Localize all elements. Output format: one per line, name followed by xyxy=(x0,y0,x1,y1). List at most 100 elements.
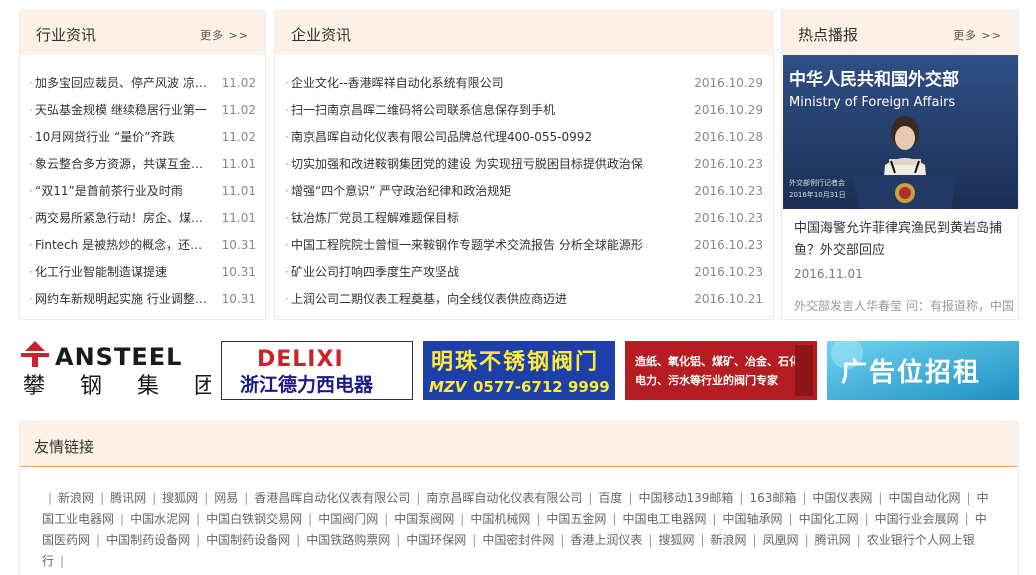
link-separator: | xyxy=(396,533,401,547)
link-separator: | xyxy=(612,512,617,526)
industry-news-item[interactable]: · 化工行业智能制造谋提速 10.31 xyxy=(29,262,256,289)
hot-news-summary: 外交部发言人华春莹 问：有报道称，中国海警允许菲律宾渔民到黄岩岛附近捕鱼 xyxy=(794,299,1014,313)
company-news-item-title[interactable]: 增强“四个意识” 严守政治纪律和政治规矩 xyxy=(291,181,691,201)
ad-mzv[interactable]: 明珠不锈钢阀门 MZV 0577-6712 9999 xyxy=(423,341,615,400)
company-news-item-title[interactable]: 切实加强和改进鞍钢集团党的建设 为实现扭亏脱困目标提供政治保 xyxy=(291,154,691,174)
link-separator: | xyxy=(588,491,593,505)
industry-news-item[interactable]: ·Fintech 是被热炒的概念，还是真正的趋势 10.31 xyxy=(29,235,256,262)
industry-news-item[interactable]: · 天弘基金规模 继续稳居行业第一 11.02 xyxy=(29,100,256,127)
industry-news-item-title[interactable]: 10月网贷行业 “量价”齐跌 xyxy=(35,127,207,147)
link-separator: | xyxy=(739,491,744,505)
friend-link[interactable]: 163邮箱 xyxy=(749,491,796,505)
company-news-item-title[interactable]: 上润公司二期仪表工程奠基，向全线仪表供应商迈进 xyxy=(291,289,691,309)
friend-link[interactable]: 中国阀门网 xyxy=(318,512,378,526)
photo-caption: 外交部例行记者会 xyxy=(789,178,845,187)
friend-link[interactable]: 中国机械网 xyxy=(470,512,530,526)
industry-news-item-title[interactable]: 加多宝回应裁员、停产风波 凉茶格局将生变 xyxy=(35,73,207,93)
company-news-item[interactable]: · 矿业公司打响四季度生产攻坚战 2016.10.23 xyxy=(285,262,763,289)
company-news-item-title[interactable]: 扫一扫南京昌晖二维码将公司联系信息保存到手机 xyxy=(291,100,691,120)
friend-link[interactable]: 中国行业会展网 xyxy=(875,512,959,526)
friend-link[interactable]: 中国环保网 xyxy=(406,533,466,547)
friend-link[interactable]: 中国仪表网 xyxy=(812,491,872,505)
hot-news-date: 2016.11.01 xyxy=(794,267,863,281)
industry-news-item-title[interactable]: 象云整合多方资源，共谋互金新发展 xyxy=(35,154,207,174)
friend-link[interactable]: 中国电工电器网 xyxy=(622,512,706,526)
company-news-item-date: 2016.10.28 xyxy=(694,130,763,144)
friend-link[interactable]: 中国白铁钢交易网 xyxy=(206,512,302,526)
friend-links-header: 友情链接 xyxy=(20,422,1018,467)
company-news-item[interactable]: · 增强“四个意识” 严守政治纪律和政治规矩 2016.10.23 xyxy=(285,181,763,208)
friend-link[interactable]: 新浪网 xyxy=(58,491,94,505)
industry-news-item-title[interactable]: Fintech 是被热炒的概念，还是真正的趋势 xyxy=(35,235,207,255)
friend-link[interactable]: 网易 xyxy=(214,491,238,505)
company-news-item-title[interactable]: 南京昌晖自动化仪表有限公司品牌总代理400-055-0992 xyxy=(291,127,691,147)
friend-link[interactable]: 搜狐网 xyxy=(162,491,198,505)
bullet-dot: · xyxy=(29,211,33,225)
friend-link[interactable]: 搜狐网 xyxy=(658,533,694,547)
industry-news-item[interactable]: ·加多宝回应裁员、停产风波 凉茶格局将生变 11.02 xyxy=(29,73,256,100)
friend-link[interactable]: 香港昌晖自动化仪表有限公司 xyxy=(254,491,410,505)
company-news-item-title[interactable]: 企业文化--香港晖祥自动化系统有限公司 xyxy=(291,73,691,93)
friend-link[interactable]: 中国铁路购票网 xyxy=(306,533,390,547)
friend-link[interactable]: 凤凰网 xyxy=(763,533,799,547)
ad-banner-row: ANSTEEL 攀 钢 集 团 DELIXI 浙江德力西电器 明珠不锈钢阀门 M… xyxy=(19,341,1019,400)
link-separator: | xyxy=(460,512,465,526)
ad-valve-expert[interactable]: 造纸、氧化铝、煤矿、冶金、石化、 电力、污水等行业的阀门专家 xyxy=(625,341,817,400)
link-separator: | xyxy=(712,512,717,526)
friend-link[interactable]: 中国水泥网 xyxy=(130,512,190,526)
friend-link[interactable]: 中国制药设备网 xyxy=(206,533,290,547)
ad-delixi[interactable]: DELIXI 浙江德力西电器 xyxy=(221,341,413,400)
company-news-item[interactable]: · 切实加强和改进鞍钢集团党的建设 为实现扭亏脱困目标提供政治保 2016.10.2… xyxy=(285,154,763,181)
hot-news-photo[interactable]: 中华人民共和国外交部 Ministry of Foreign Affairs 外… xyxy=(783,55,1018,209)
hot-news-headline[interactable]: 中国海警允许菲律宾渔民到黄岩岛捕鱼？外交部回应 xyxy=(794,218,1014,262)
friend-link[interactable]: 新浪网 xyxy=(711,533,747,547)
company-news-panel: 企业资讯 · 企业文化--香港晖祥自动化系统有限公司 2016.10.29 · 扫一扫南… xyxy=(274,10,774,320)
industry-news-item[interactable]: · 10月网贷行业 “量价”齐跌 11.02 xyxy=(29,127,256,154)
friend-link[interactable]: 腾讯网 xyxy=(815,533,851,547)
friend-link[interactable]: 中国制药设备网 xyxy=(106,533,190,547)
hot-news-more-link[interactable]: 更多 >> xyxy=(953,27,1002,43)
friend-link[interactable]: 中国自动化网 xyxy=(888,491,960,505)
industry-news-item-title[interactable]: 天弘基金规模 继续稳居行业第一 xyxy=(35,100,207,120)
ad-ansteel[interactable]: ANSTEEL 攀 钢 集 团 xyxy=(19,341,211,400)
industry-news-item-title[interactable]: 化工行业智能制造谋提速 xyxy=(35,262,207,282)
friend-link[interactable]: 中国移动139邮箱 xyxy=(638,491,733,505)
company-news-item[interactable]: · 扫一扫南京昌晖二维码将公司联系信息保存到手机 2016.10.29 xyxy=(285,100,763,127)
company-news-item[interactable]: · 中国工程院院士曾恒一来鞍钢作专题学术交流报告 分析全球能源形 2016.10.2… xyxy=(285,235,763,262)
ad-for-rent[interactable]: 广告位招租 xyxy=(827,341,1019,400)
friend-link[interactable]: 腾讯网 xyxy=(110,491,146,505)
company-news-item[interactable]: · 钛冶炼厂党员工程解难题保目标 2016.10.23 xyxy=(285,208,763,235)
friend-link[interactable]: 香港上润仪表 xyxy=(570,533,642,547)
photo-date: 2016年10月31日 xyxy=(789,190,846,199)
friend-link[interactable]: 南京昌晖自动化仪表有限公司 xyxy=(426,491,582,505)
company-news-item[interactable]: · 企业文化--香港晖祥自动化系统有限公司 2016.10.29 xyxy=(285,73,763,100)
industry-news-item[interactable]: ·网约车新规明起实施 行业调整期来临 10.31 xyxy=(29,289,256,316)
company-news-item[interactable]: · 南京昌晖自动化仪表有限公司品牌总代理400-055-0992 2016.10.2… xyxy=(285,127,763,154)
industry-news-item-title[interactable]: 两交易所紧急行动！房企、煤炭企业发债受限 xyxy=(35,208,207,228)
friend-link[interactable]: 中国泵阀网 xyxy=(394,512,454,526)
company-news-item-date: 2016.10.29 xyxy=(694,103,763,117)
bullet-dot: · xyxy=(285,157,289,171)
industry-news-item-title[interactable]: “双11”是首前茶行业及时雨 xyxy=(35,181,207,201)
industry-news-item[interactable]: ·两交易所紧急行动！房企、煤炭企业发债受限 11.01 xyxy=(29,208,256,235)
company-news-item[interactable]: · 上润公司二期仪表工程奠基，向全线仪表供应商迈进 2016.10.21 xyxy=(285,289,763,316)
link-separator: | xyxy=(802,491,807,505)
industry-news-panel: 行业资讯 更多 >> ·加多宝回应裁员、停产风波 凉茶格局将生变11.02·天弘… xyxy=(19,10,266,320)
industry-news-item[interactable]: · “双11”是首前茶行业及时雨 11.01 xyxy=(29,181,256,208)
company-news-item-title[interactable]: 矿业公司打响四季度生产攻坚战 xyxy=(291,262,691,282)
company-news-list: · 企业文化--香港晖祥自动化系统有限公司 2016.10.29 · 扫一扫南京昌晖二维… xyxy=(275,55,773,316)
industry-news-more-link[interactable]: 更多 >> xyxy=(200,27,249,43)
friend-link[interactable]: 中国五金网 xyxy=(546,512,606,526)
industry-news-item-title[interactable]: 网约车新规明起实施 行业调整期来临 xyxy=(35,289,207,309)
friend-link[interactable]: 中国轴承网 xyxy=(723,512,783,526)
link-separator: | xyxy=(60,554,65,568)
ansteel-sub: 攀 钢 集 团 xyxy=(23,374,211,399)
link-separator: | xyxy=(196,512,201,526)
company-news-item-title[interactable]: 钛冶炼厂党员工程解难题保目标 xyxy=(291,208,691,228)
friend-link[interactable]: 百度 xyxy=(598,491,622,505)
industry-news-item[interactable]: ·象云整合多方资源，共谋互金新发展 11.01 xyxy=(29,154,256,181)
mzv-banner: 明珠不锈钢阀门 MZV 0577-6712 9999 xyxy=(423,341,615,400)
friend-link[interactable]: 中国密封件网 xyxy=(482,533,554,547)
company-news-item-title[interactable]: 中国工程院院士曾恒一来鞍钢作专题学术交流报告 分析全球能源形 xyxy=(291,235,691,255)
friend-link[interactable]: 中国化工网 xyxy=(799,512,859,526)
